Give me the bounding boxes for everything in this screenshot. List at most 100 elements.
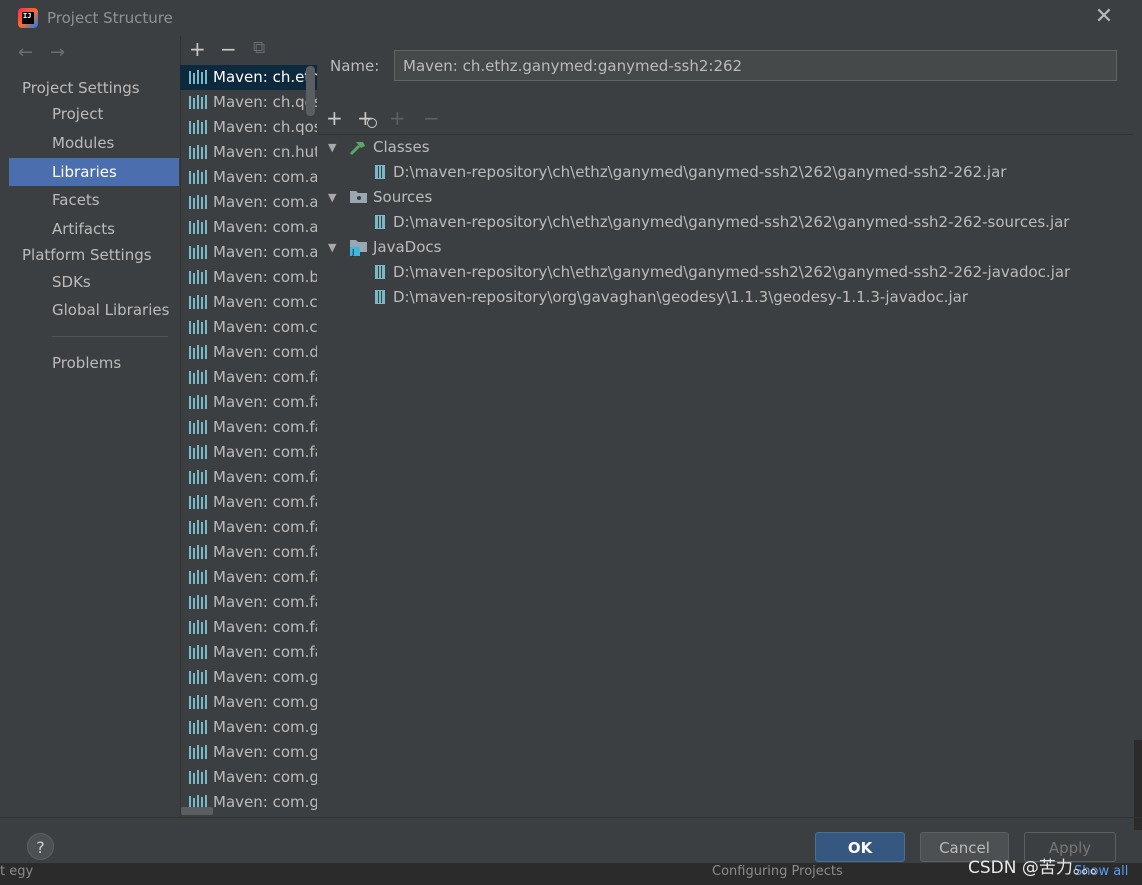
library-list-item[interactable]: Maven: com.g [180, 740, 317, 765]
roots-toolbar: + + + − [318, 106, 1133, 134]
sidebar-item-label: Modules [52, 134, 115, 152]
help-button[interactable]: ? [27, 833, 54, 860]
sidebar-item-facets[interactable]: Facets [9, 186, 179, 214]
library-list-item[interactable]: Maven: com.b [180, 265, 317, 290]
library-icon [189, 195, 209, 209]
library-label: Maven: com.fa [213, 493, 317, 511]
library-list-item[interactable]: Maven: com.fa [180, 465, 317, 490]
sidebar-item-label: Libraries [52, 163, 117, 181]
library-list-item[interactable]: Maven: com.d [180, 340, 317, 365]
library-list-item[interactable]: Maven: com.g [180, 765, 317, 790]
javadocs-path: D:\maven-repository\org\gavaghan\geodesy… [393, 288, 969, 306]
jar-icon [375, 215, 385, 229]
library-icon [189, 220, 209, 234]
library-list-item[interactable]: Maven: com.fa [180, 640, 317, 665]
library-label: Maven: com.al [213, 168, 317, 186]
library-list-item[interactable]: Maven: com.al [180, 215, 317, 240]
library-list-item[interactable]: Maven: ch.ethz [180, 65, 317, 90]
ide-status-left-text: t egy [0, 864, 34, 879]
library-list-item[interactable]: Maven: com.fa [180, 440, 317, 465]
library-label: Maven: com.fa [213, 618, 317, 636]
library-list-item[interactable]: Maven: com.fa [180, 615, 317, 640]
library-icon [189, 770, 209, 784]
close-icon[interactable]: ✕ [1094, 6, 1114, 28]
library-list-item[interactable]: Maven: ch.qos [180, 115, 317, 140]
ok-button[interactable]: OK [815, 832, 905, 862]
library-list-item[interactable]: Maven: cn.hutc [180, 140, 317, 165]
library-name-input[interactable] [394, 50, 1117, 81]
library-icon [189, 745, 209, 759]
forward-arrow-icon[interactable]: → [50, 42, 65, 63]
library-label: Maven: com.ca [213, 293, 317, 311]
library-icon [189, 145, 209, 159]
javadocs-node[interactable]: JavaDocs [373, 235, 441, 260]
library-list-item[interactable]: Maven: com.fa [180, 565, 317, 590]
classes-node[interactable]: Classes [373, 135, 430, 160]
sidebar-divider [52, 336, 168, 337]
library-list-item[interactable]: Maven: com.g [180, 690, 317, 715]
back-arrow-icon[interactable]: ← [18, 42, 33, 63]
library-list-item[interactable]: Maven: com.au [180, 240, 317, 265]
add-root-icon[interactable]: + [326, 106, 343, 130]
window-title: Project Structure [47, 9, 173, 27]
library-label: Maven: com.d [213, 343, 317, 361]
sidebar-item-modules[interactable]: Modules [9, 129, 179, 157]
library-list-item[interactable]: Maven: com.fa [180, 390, 317, 415]
chevron-down-icon[interactable]: ▼ [328, 141, 336, 154]
library-icon [189, 695, 209, 709]
ide-status-progress-text: Configuring Projects [712, 864, 843, 879]
library-list-item[interactable]: Maven: com.fa [180, 490, 317, 515]
classes-path-row[interactable]: D:\maven-repository\ch\ethz\ganymed\gany… [375, 160, 1006, 185]
library-list-item[interactable]: Maven: ch.qos [180, 90, 317, 115]
library-list-item[interactable]: Maven: com.fa [180, 590, 317, 615]
remove-library-icon[interactable]: − [220, 37, 237, 61]
library-icon [189, 620, 209, 634]
sidebar-item-problems[interactable]: Problems [9, 349, 179, 377]
library-icon [189, 70, 209, 84]
library-list-item[interactable]: Maven: com.fa [180, 515, 317, 540]
copy-library-icon[interactable]: ⧉ [253, 38, 265, 58]
sidebar-item-global-libraries[interactable]: Global Libraries [9, 296, 179, 324]
library-label: Maven: com.g [213, 768, 317, 786]
sidebar-item-label: SDKs [52, 273, 91, 291]
sources-path-row[interactable]: D:\maven-repository\ch\ethz\ganymed\gany… [375, 210, 1069, 235]
library-label: Maven: com.cc [213, 318, 317, 336]
library-list-horizontal-scrollbar[interactable] [181, 807, 213, 815]
library-label: Maven: com.al [213, 218, 317, 236]
tree-separator [318, 134, 1133, 135]
chevron-down-icon[interactable]: ▼ [328, 191, 336, 204]
javadocs-path-row[interactable]: D:\maven-repository\ch\ethz\ganymed\gany… [375, 260, 1070, 285]
library-list-item[interactable]: Maven: com.al [180, 165, 317, 190]
library-list-item[interactable]: Maven: com.fa [180, 365, 317, 390]
chevron-down-icon[interactable]: ▼ [328, 241, 336, 254]
sidebar-item-sdks[interactable]: SDKs [9, 268, 179, 296]
library-label: Maven: com.b [213, 268, 317, 286]
library-list[interactable]: Maven: ch.ethz Maven: ch.qos Maven: ch.qos… [180, 65, 317, 815]
library-list-item[interactable]: Maven: com.g [180, 665, 317, 690]
library-list-item[interactable]: Maven: com.fa [180, 415, 317, 440]
library-label: Maven: com.g [213, 693, 317, 711]
sidebar-item-label: Facets [52, 191, 100, 209]
classes-path: D:\maven-repository\ch\ethz\ganymed\gany… [393, 163, 1007, 181]
csdn-watermark: CSDN @苦力。。。 [968, 858, 1107, 878]
library-icon [189, 345, 209, 359]
library-icon [189, 320, 209, 334]
library-icon [189, 420, 209, 434]
library-list-item[interactable]: Maven: com.cc [180, 315, 317, 340]
attach-badge-icon [367, 118, 377, 128]
add-library-icon[interactable]: + [189, 37, 206, 61]
library-list-item[interactable]: Maven: com.fa [180, 540, 317, 565]
library-icon [189, 595, 209, 609]
library-list-item[interactable]: Maven: com.al [180, 190, 317, 215]
sources-node[interactable]: Sources [373, 185, 432, 210]
sidebar-item-libraries[interactable]: Libraries [9, 158, 179, 186]
javadocs-path-row[interactable]: D:\maven-repository\org\gavaghan\geodesy… [375, 285, 968, 310]
library-list-scrollbar[interactable] [306, 66, 315, 116]
library-label: Maven: com.fa [213, 543, 317, 561]
jar-icon [375, 290, 385, 304]
sidebar-item-artifacts[interactable]: Artifacts [9, 215, 179, 243]
library-list-item[interactable]: Maven: com.ca [180, 290, 317, 315]
library-icon [189, 470, 209, 484]
library-list-item[interactable]: Maven: com.g [180, 715, 317, 740]
sidebar-item-project[interactable]: Project [9, 100, 179, 128]
